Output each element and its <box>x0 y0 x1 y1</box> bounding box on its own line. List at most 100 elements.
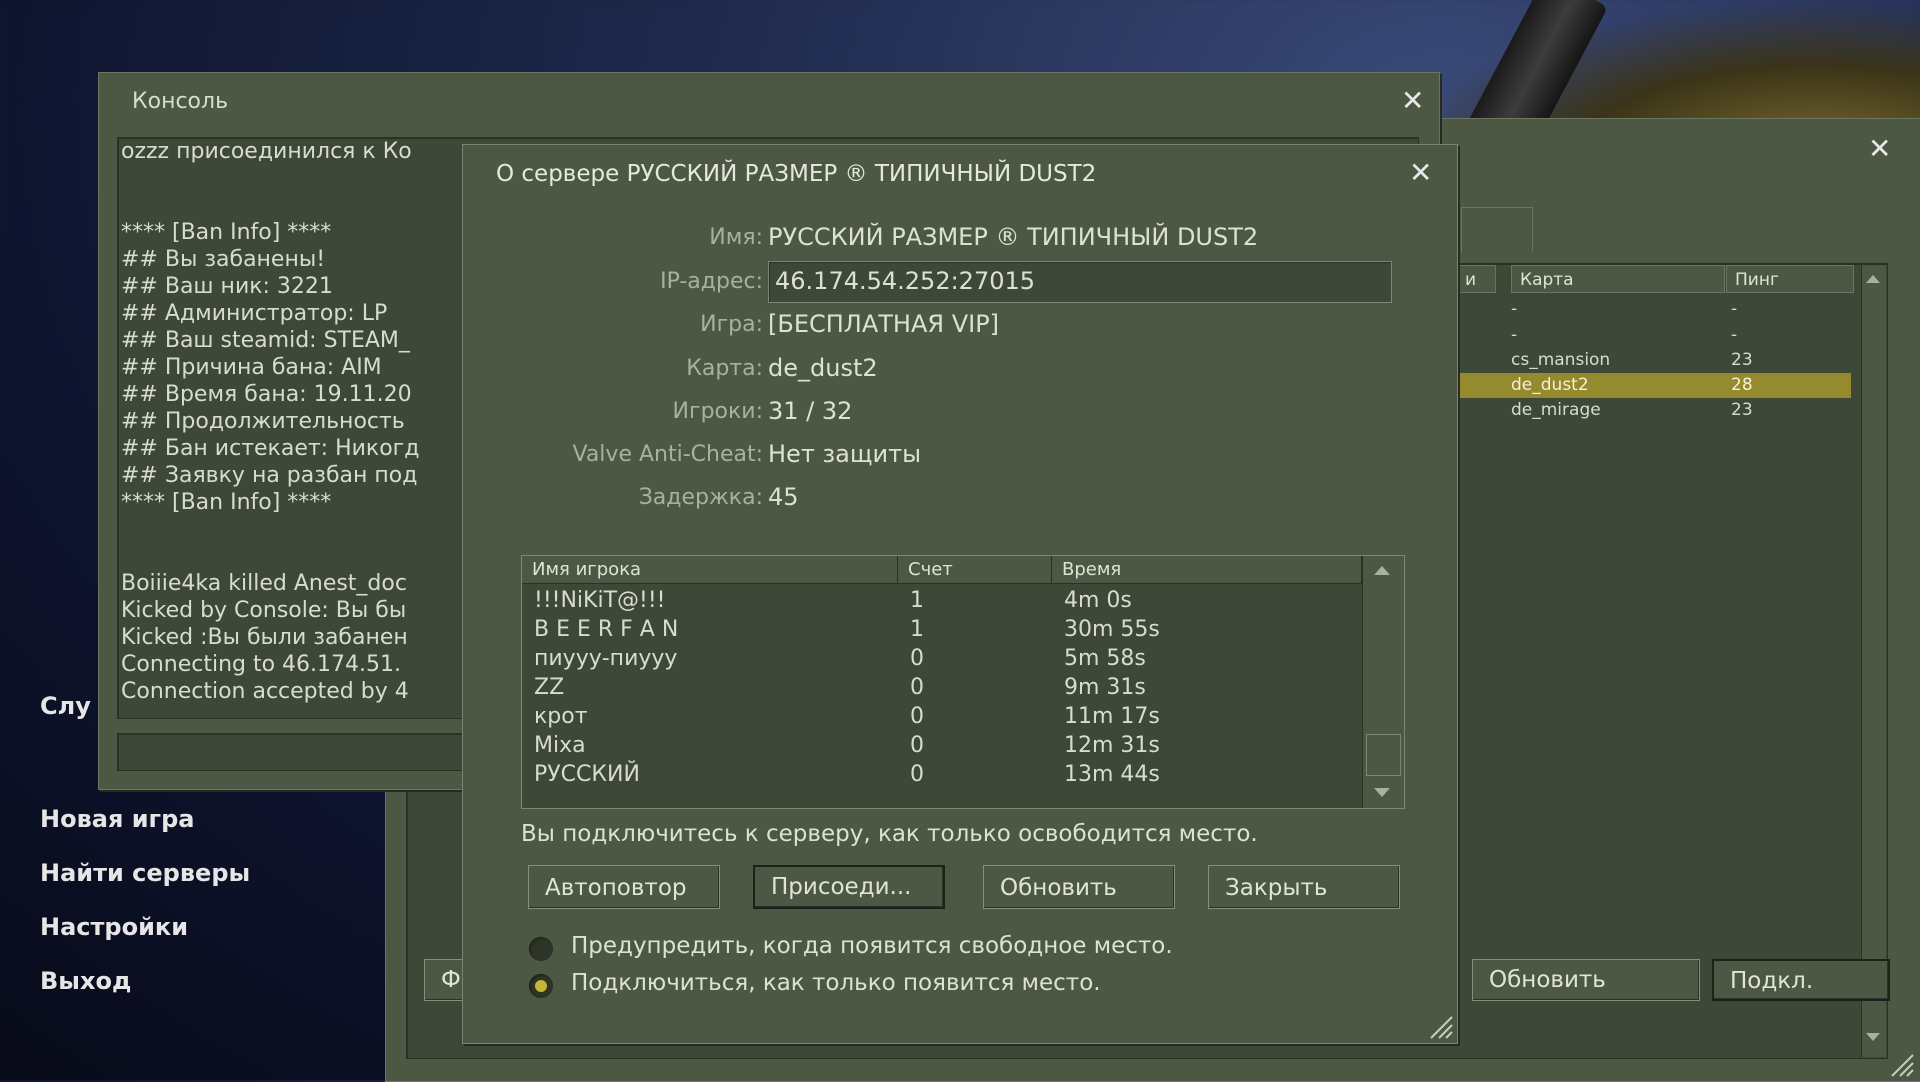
server-row[interactable]: -- <box>1511 323 1861 348</box>
main-menu-new-game[interactable]: Новая игра <box>40 792 250 846</box>
map-label: Карта: <box>686 356 763 381</box>
server-info-dialog: О сервере РУССКИЙ РАЗМЕР ® ТИПИЧНЫЙ DUST… <box>462 144 1458 1044</box>
browser-refresh-button[interactable]: Обновить <box>1472 959 1700 1001</box>
ping-value: 45 <box>768 483 799 511</box>
dialog-close-button[interactable]: Закрыть <box>1208 865 1400 909</box>
column-header-time[interactable]: Время <box>1052 556 1362 584</box>
dialog-refresh-button[interactable]: Обновить <box>983 865 1175 909</box>
console-line: Kicked :Вы были забанен <box>121 625 408 650</box>
console-line: Kicked by Console: Вы бы <box>121 598 407 623</box>
column-header-player-name[interactable]: Имя игрока <box>522 556 898 584</box>
player-row[interactable]: ZZ 0 9m 31s <box>522 673 1362 702</box>
console-line: ## Ваш steamid: STEAM_ <box>121 328 410 353</box>
server-map: - <box>1511 299 1518 319</box>
map-value: de_dust2 <box>768 354 878 382</box>
console-line: Connection accepted by 4 <box>121 679 409 704</box>
main-menu-find-servers[interactable]: Найти серверы <box>40 846 250 900</box>
player-name: !!!NiKiT@!!! <box>534 588 666 613</box>
players-label: Игроки: <box>672 399 763 424</box>
browser-connect-button[interactable]: Подкл. <box>1712 959 1890 1001</box>
radio-warn[interactable] <box>529 937 553 961</box>
console-line: ## Продолжительность <box>121 409 405 434</box>
server-name-value: РУССКИЙ РАЗМЕР ® ТИПИЧНЫЙ DUST2 <box>768 223 1259 251</box>
ip-label: IP-адрес: <box>660 269 763 294</box>
player-row[interactable]: РУССКИЙ 0 13m 44s <box>522 760 1362 789</box>
server-row[interactable]: cs_mansion 23 <box>1511 348 1861 373</box>
player-time: 5m 58s <box>1064 646 1146 671</box>
player-time: 13m 44s <box>1064 762 1160 787</box>
server-list-scrollbar[interactable] <box>1861 265 1886 1057</box>
player-table: Имя игрока Счет Время !!!NiKiT@!!! 1 4m 0s… <box>521 555 1405 809</box>
console-line: ## Вы забанены! <box>121 247 326 272</box>
join-button[interactable]: Присоеди... <box>753 865 945 909</box>
main-menu-settings[interactable]: Настройки <box>40 900 250 954</box>
console-line: ## Бан истекает: Никогд <box>121 436 420 461</box>
console-line: ## Ваш ник: 3221 <box>121 274 333 299</box>
console-line: ## Причина бана: AIM <box>121 355 382 380</box>
dialog-close-icon[interactable]: ✕ <box>1409 159 1432 187</box>
server-ping: - <box>1731 325 1738 345</box>
name-label: Имя: <box>709 225 763 250</box>
column-header-map[interactable]: Карта <box>1511 265 1725 293</box>
server-row-selected[interactable]: de_dust2 28 <box>1456 373 1851 398</box>
player-name: ZZ <box>534 675 565 700</box>
radio-connect[interactable] <box>529 974 553 998</box>
console-close-icon[interactable]: ✕ <box>1401 87 1424 115</box>
column-header-score[interactable]: Счет <box>898 556 1052 584</box>
player-time: 11m 17s <box>1064 704 1160 729</box>
resize-grip-icon[interactable] <box>1425 1011 1453 1039</box>
player-row[interactable]: B E E R F A N 1 30m 55s <box>522 615 1362 644</box>
scroll-up-icon[interactable] <box>1374 566 1390 575</box>
ip-value[interactable]: 46.174.54.252:27015 <box>775 267 1035 295</box>
console-line: **** [Ban Info] **** <box>121 490 332 515</box>
column-header-ping[interactable]: Пинг <box>1726 265 1854 293</box>
scroll-down-icon[interactable] <box>1866 1033 1880 1041</box>
main-menu-exit[interactable]: Выход <box>40 954 250 1008</box>
player-row[interactable]: крот 0 11m 17s <box>522 702 1362 731</box>
queue-notice: Вы подключитесь к серверу, как только ос… <box>521 821 1258 847</box>
player-row[interactable]: !!!NiKiT@!!! 1 4m 0s <box>522 586 1362 615</box>
server-map: de_mirage <box>1511 400 1601 420</box>
console-line: ## Администратор: LP <box>121 301 388 326</box>
player-time: 12m 31s <box>1064 733 1160 758</box>
server-ping: 23 <box>1731 350 1753 370</box>
player-score: 0 <box>910 733 924 758</box>
browser-close-icon[interactable]: ✕ <box>1868 135 1891 163</box>
resize-grip-icon[interactable] <box>1886 1049 1914 1077</box>
player-score: 0 <box>910 675 924 700</box>
vac-value: Нет защиты <box>768 440 922 468</box>
vac-label: Valve Anti-Cheat: <box>572 442 763 467</box>
auto-retry-button[interactable]: Автоповтор <box>528 865 720 909</box>
server-map: de_dust2 <box>1511 375 1589 395</box>
radio-connect-label[interactable]: Подключиться, как только появится место. <box>571 970 1101 996</box>
player-time: 30m 55s <box>1064 617 1160 642</box>
player-time: 9m 31s <box>1064 675 1146 700</box>
main-menu: Новая игра Найти серверы Настройки Выход <box>40 792 250 1008</box>
game-value: [БЕСПЛАТНАЯ VIP] <box>768 310 1000 338</box>
player-time: 4m 0s <box>1064 588 1132 613</box>
player-row[interactable]: пиууу-пиууу 0 5m 58s <box>522 644 1362 673</box>
player-name: B E E R F A N <box>534 617 679 642</box>
server-row[interactable]: de_mirage 23 <box>1511 398 1861 423</box>
server-ping: - <box>1731 299 1738 319</box>
browser-tab[interactable] <box>1461 207 1533 252</box>
game-label: Игра: <box>700 312 763 337</box>
scroll-thumb[interactable] <box>1366 734 1401 776</box>
main-menu-partial-item[interactable]: Слу <box>40 692 91 720</box>
player-score: 1 <box>910 617 924 642</box>
player-name: Mixa <box>534 733 586 758</box>
scroll-up-icon[interactable] <box>1866 275 1880 283</box>
console-line: ## Время бана: 19.11.20 <box>121 382 412 407</box>
player-score: 0 <box>910 646 924 671</box>
player-name: РУССКИЙ <box>534 762 640 787</box>
server-row[interactable]: -- <box>1511 297 1861 322</box>
server-ping: 28 <box>1731 375 1753 395</box>
ping-label: Задержка: <box>638 485 763 510</box>
player-score: 1 <box>910 588 924 613</box>
player-row[interactable]: Mixa 0 12m 31s <box>522 731 1362 760</box>
scroll-down-icon[interactable] <box>1374 788 1390 797</box>
column-header-partial[interactable]: и <box>1456 265 1496 293</box>
radio-warn-label[interactable]: Предупредить, когда появится свободное м… <box>571 933 1173 959</box>
server-map: cs_mansion <box>1511 350 1611 370</box>
console-line: ## Заявку на разбан под <box>121 463 418 488</box>
